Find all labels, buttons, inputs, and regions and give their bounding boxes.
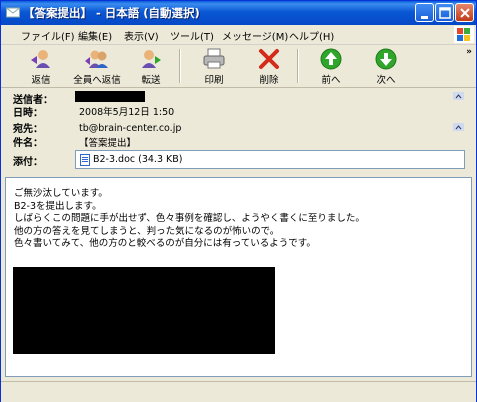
title-bar[interactable]: 【答案提出】 - 日本語 (自動選択) [1, 1, 476, 25]
forward-icon [142, 50, 161, 68]
menu-file[interactable]: ファイル(F) [21, 28, 75, 43]
menu-edit[interactable]: 編集(E) [78, 28, 112, 43]
close-button[interactable] [455, 3, 474, 22]
toolbar-separator [179, 49, 181, 83]
reply-all-icon [85, 50, 108, 68]
windows-logo-icon [454, 26, 474, 43]
to-label: 宛先： [13, 124, 43, 135]
menu-message[interactable]: メッセージ(M) [222, 28, 288, 43]
toolbar-overflow-chevron[interactable]: » [466, 47, 472, 57]
menu-view[interactable]: 表示(V) [124, 28, 159, 43]
print-button[interactable]: 印刷 [196, 47, 232, 86]
menu-bar: ファイル(F) 編集(E) 表示(V) ツール(T) メッセージ(M) ヘルプ(… [1, 25, 476, 45]
reply-icon [31, 50, 50, 68]
reply-all-button[interactable]: 全員へ返信 [69, 47, 125, 86]
subject-value: 【答案提出】 [79, 138, 137, 149]
attachment-name[interactable]: B2-3.doc (34.3 KB) [93, 154, 182, 165]
delete-button[interactable]: 削除 [251, 47, 287, 86]
date-value: 2008年5月12日 1:50 [79, 107, 175, 118]
attachment-field[interactable]: B2-3.doc (34.3 KB) [75, 150, 465, 169]
printer-icon [203, 48, 225, 69]
message-body[interactable]: ご無沙汰しています。 B2-3を提出します。 しばらくこの問題に手が出せず、色々… [5, 177, 472, 377]
to-value: tb@brain-center.co.jp [79, 123, 182, 134]
menu-help[interactable]: ヘルプ(H) [289, 28, 334, 43]
previous-button[interactable]: 前へ [313, 47, 349, 86]
up-arrow-icon [320, 48, 342, 70]
forward-button[interactable]: 転送 [133, 47, 169, 86]
body-line: 色々書いてみて、他の方のと較べるのが自分には有っているようです。 [14, 238, 316, 249]
next-button[interactable]: 次へ [368, 47, 404, 86]
body-line: 他の方の答えを見てしまうと、判った気になるのが怖いので。 [14, 225, 280, 237]
body-line: B2-3を提出します。 [14, 200, 102, 212]
header-expand-icon[interactable] [453, 123, 464, 131]
body-line: ご無沙汰しています。 [14, 188, 108, 199]
down-arrow-icon [375, 48, 397, 70]
body-redaction [13, 267, 275, 354]
sender-redaction [75, 91, 145, 102]
delete-x-icon [259, 49, 279, 69]
envelope-icon [6, 7, 20, 18]
attach-label: 添付： [13, 157, 43, 168]
message-header: 送信者： 日時： 2008年5月12日 1:50 宛先： tb@brain-ce… [1, 88, 476, 173]
mail-window: 【答案提出】 - 日本語 (自動選択) ファイル(F) 編集(E) 表示(V) … [0, 0, 477, 402]
word-document-icon [80, 154, 90, 166]
maximize-button[interactable] [435, 3, 454, 22]
menu-tools[interactable]: ツール(T) [170, 28, 214, 43]
status-bar [1, 381, 476, 402]
reply-button[interactable]: 返信 [23, 47, 59, 86]
subject-label: 件名： [13, 138, 43, 149]
window-title: 【答案提出】 - 日本語 (自動選択) [23, 6, 200, 20]
minimize-button[interactable] [415, 3, 434, 22]
header-expand-icon[interactable] [453, 92, 464, 100]
body-line: しばらくこの問題に手が出せず、色々事例を確認し、ようやく書くに至りました。 [14, 213, 365, 224]
message-text: ご無沙汰しています。 B2-3を提出します。 しばらくこの問題に手が出せず、色々… [14, 188, 365, 251]
toolbar-separator [297, 49, 299, 83]
date-label: 日時： [13, 108, 43, 119]
toolbar: 返信 全員へ返信 転送 印刷 削除 前へ 次へ [1, 45, 476, 88]
